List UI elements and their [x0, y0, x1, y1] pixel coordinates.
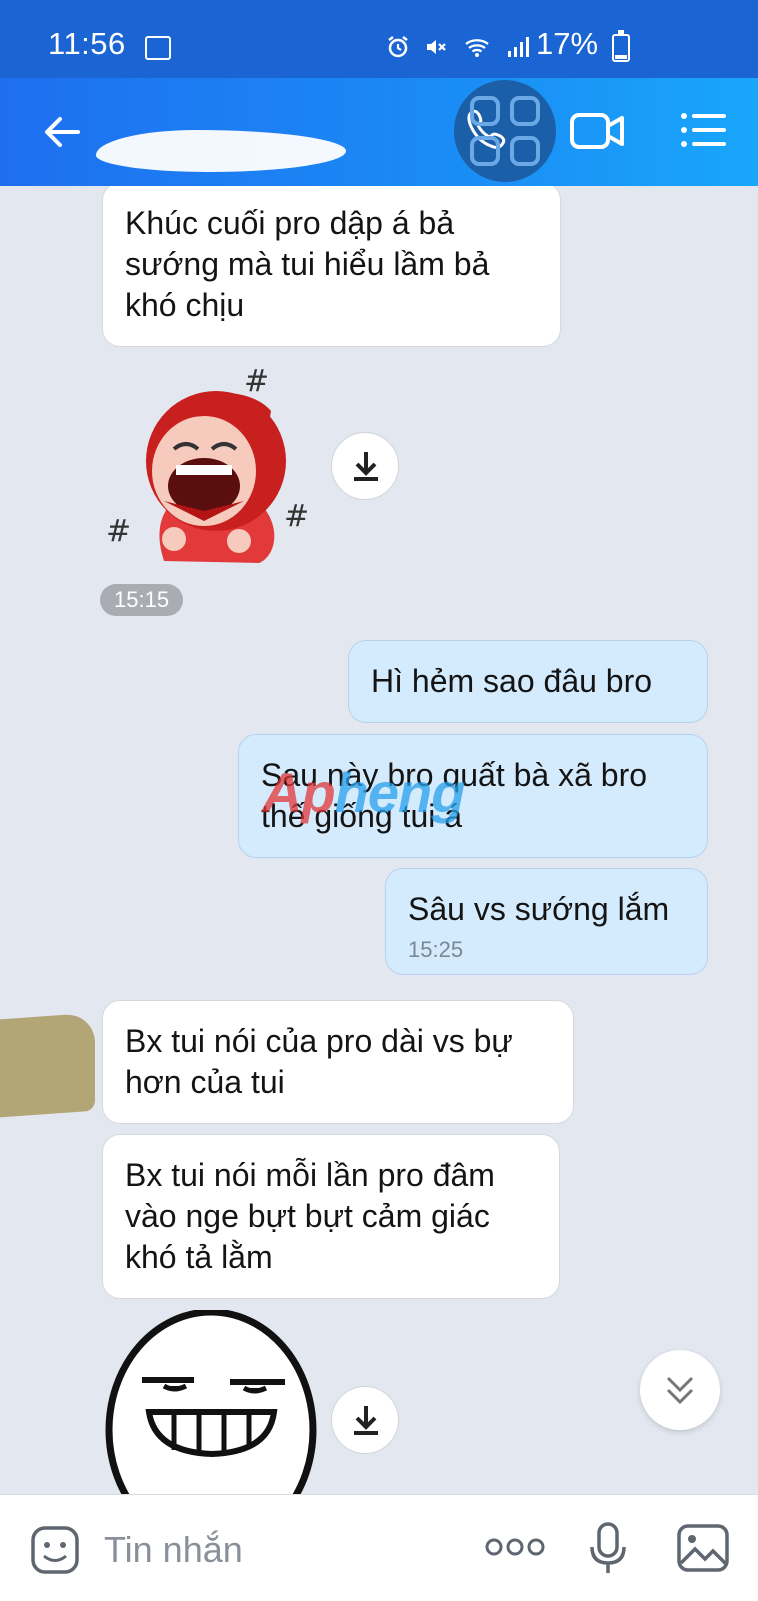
message-input-bar: Tin nhắn [0, 1494, 758, 1601]
message-text: Hì hẻm sao đâu bro [371, 663, 653, 699]
avatar[interactable] [0, 1012, 95, 1118]
wifi-icon [465, 39, 489, 57]
message-outgoing[interactable]: Sâu vs sướng lắm 15:25 [385, 868, 708, 975]
watermark-logo: Apheng [262, 761, 465, 824]
message-text: Bx tui nói mỗi lần pro đâm vào nge bựt b… [125, 1157, 495, 1275]
message-input[interactable]: Tin nhắn [104, 1529, 243, 1571]
message-time: 15:15 [100, 584, 184, 616]
download-sticker-button[interactable] [331, 432, 399, 500]
laughing-girl-sticker[interactable]: # # # [104, 361, 324, 571]
battery-icon [612, 30, 630, 62]
more-icon[interactable] [484, 1535, 546, 1559]
video-call-icon[interactable] [570, 110, 626, 152]
download-icon [354, 1406, 378, 1435]
status-bar: 11:56 17% [0, 0, 758, 78]
mute-icon [427, 40, 446, 54]
signal-icon [508, 37, 529, 57]
message-outgoing[interactable]: Hì hẻm sao đâu bro [348, 640, 708, 723]
grinning-face-sticker[interactable] [104, 1310, 318, 1494]
battery-percent: 17% [536, 26, 599, 61]
svg-text:#: # [284, 499, 309, 534]
svg-text:#: # [106, 514, 131, 549]
app-grid-overlay-icon [470, 96, 540, 166]
chat-header [0, 78, 758, 186]
message-incoming[interactable]: Khúc cuối pro dập á bả sướng mà tui hiểu… [102, 186, 561, 347]
download-sticker-button[interactable] [331, 1386, 399, 1454]
message-time: 15:25 [408, 937, 464, 962]
message-text: Sâu vs sướng lắm [408, 891, 670, 927]
chat-messages-area[interactable]: Khúc cuối pro dập á bả sướng mà tui hiểu… [0, 186, 758, 1494]
double-chevron-down-icon [666, 1376, 694, 1405]
image-icon [145, 36, 171, 60]
contact-name-redacted[interactable] [96, 130, 346, 172]
status-icons [386, 32, 530, 62]
scroll-to-bottom-button[interactable] [640, 1350, 720, 1430]
message-text: Khúc cuối pro dập á bả sướng mà tui hiểu… [125, 205, 490, 323]
back-arrow-icon[interactable] [38, 108, 86, 156]
message-text: Bx tui nói của pro dài vs bự hơn của tui [125, 1023, 513, 1100]
download-icon [354, 452, 378, 481]
gallery-icon[interactable] [676, 1523, 730, 1573]
microphone-icon[interactable] [588, 1521, 628, 1577]
alarm-icon [388, 36, 408, 58]
message-incoming[interactable]: Bx tui nói mỗi lần pro đâm vào nge bựt b… [102, 1134, 560, 1299]
sticker-icon[interactable] [30, 1525, 80, 1575]
svg-text:#: # [244, 364, 269, 399]
menu-list-icon[interactable] [680, 110, 728, 150]
status-time: 11:56 [48, 26, 126, 61]
message-incoming[interactable]: Bx tui nói của pro dài vs bự hơn của tui [102, 1000, 574, 1124]
